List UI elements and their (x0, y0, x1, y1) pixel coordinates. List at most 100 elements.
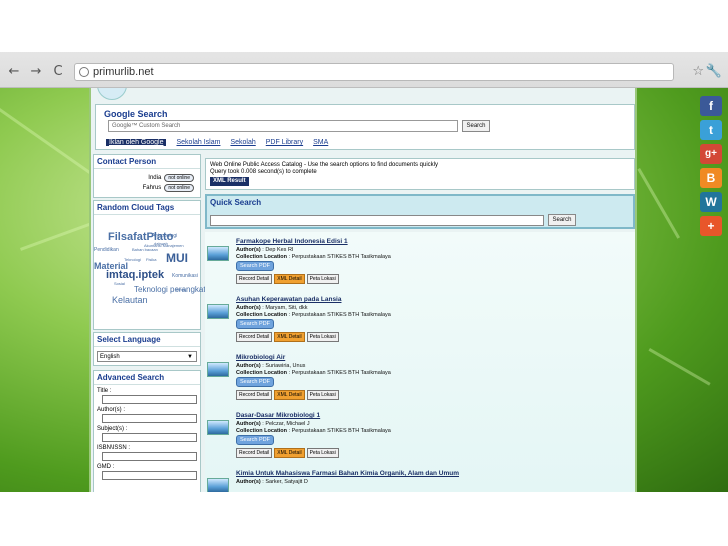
url-text: primurlib.net (93, 66, 154, 78)
record-title[interactable]: Farmakope Herbal Indonesia Edisi 1 (236, 238, 348, 245)
location-label: Collection Location (236, 428, 288, 434)
subject-label: Subject(s) : (97, 426, 128, 432)
record-author: Author(s) : Pelczar, Michael J (236, 421, 310, 427)
cloud-tag[interactable]: Fisika (146, 257, 156, 262)
search-pdf-button[interactable]: Search PDF (236, 377, 274, 387)
link-sma[interactable]: SMA (313, 139, 328, 146)
search-pdf-button[interactable]: Search PDF (236, 319, 274, 329)
gmd-input[interactable] (102, 471, 197, 480)
forward-icon[interactable]: → (28, 64, 44, 80)
isbn-label: ISBN\ISSN : (97, 445, 131, 451)
more-share-icon[interactable]: + (700, 216, 722, 236)
language-select[interactable]: English ▼ (97, 351, 197, 362)
quick-search-box: Quick Search Search (205, 194, 635, 229)
cloud-tag[interactable]: Kelautan (112, 295, 148, 305)
xml-detail-button[interactable]: XML Detail (274, 448, 305, 458)
address-bar[interactable]: primurlib.net (74, 63, 674, 81)
language-selected: English (100, 354, 120, 360)
cloud-tag[interactable]: Antropologi (152, 233, 177, 239)
peta-lokasi-button[interactable]: Peta Lokasi (306, 448, 339, 458)
record-detail-button[interactable]: Record Detail (236, 390, 273, 400)
record-title[interactable]: Mikrobiologi Air (236, 354, 285, 361)
status-badge[interactable]: not online (164, 174, 194, 182)
subject-input[interactable] (102, 433, 197, 442)
xml-result-button[interactable]: XML Result (210, 177, 249, 186)
cloud-tag[interactable]: dakwah (154, 241, 168, 246)
google-search-button[interactable]: Search (462, 120, 490, 132)
cloud-tag[interactable]: Teknologi (124, 257, 141, 262)
title-input[interactable] (102, 395, 197, 404)
contact-row: India not online (94, 173, 200, 183)
record-title[interactable]: Kimia Untuk Mahasiswa Farmasi Bahan Kimi… (236, 470, 459, 477)
record-title[interactable]: Dasar-Dasar Mikrobiologi 1 (236, 412, 320, 419)
status-badge[interactable]: not online (164, 184, 194, 192)
record-title[interactable]: Asuhan Keperawatan pada Lansia (236, 296, 341, 303)
cloud-tag[interactable]: Kimia (176, 287, 186, 292)
peta-lokasi-button[interactable]: Peta Lokasi (306, 332, 339, 342)
cloud-tag[interactable]: Teknologi perangkat (134, 285, 206, 294)
search-pdf-button[interactable]: Search PDF (236, 435, 274, 445)
opac-description: Web Online Public Access Catalog - Use t… (210, 162, 439, 168)
google-links: Iklan oleh Google Sekolah Islam Sekolah … (106, 139, 328, 146)
tag-cloud: FilsafatPlato Antropologi Akuntansi Mana… (94, 215, 206, 335)
book-thumbnail[interactable] (207, 246, 229, 261)
reload-icon[interactable]: C (50, 64, 66, 80)
cloud-tag[interactable]: imtaq.iptek (106, 269, 164, 281)
author-label: Author(s) (236, 421, 261, 427)
quick-search-button[interactable]: Search (548, 214, 576, 226)
location-value: : Perpustakaan STIKES BTH Tasikmalaya (288, 370, 391, 376)
book-thumbnail[interactable] (207, 420, 229, 435)
book-thumbnail[interactable] (207, 362, 229, 377)
cloud-tag[interactable]: Bahan bacaan (132, 247, 158, 252)
wrench-icon[interactable]: 🔧 (706, 64, 722, 79)
google-search-input[interactable]: Google™ Custom Search (108, 120, 458, 132)
isbn-input[interactable] (102, 452, 197, 461)
browser-chrome: ← → C primurlib.net ☆ 🔧 (0, 0, 728, 88)
record-author: Author(s) : Maryam, Siti, dkk (236, 305, 308, 311)
link-sekolah[interactable]: Sekolah (230, 139, 255, 146)
record-detail-button[interactable]: Record Detail (236, 332, 273, 342)
record-actions: Record Detail XML Detail Peta Lokasi (236, 332, 339, 342)
xml-detail-button[interactable]: XML Detail (274, 274, 305, 284)
cloud-tag[interactable]: Pendidikan (94, 247, 119, 253)
peta-lokasi-button[interactable]: Peta Lokasi (306, 274, 339, 284)
author-label: Author(s) (236, 305, 261, 311)
list-item: Mikrobiologi Air Author(s) : Suriawiria,… (207, 354, 627, 412)
record-actions: Record Detail XML Detail Peta Lokasi (236, 390, 339, 400)
link-pdf-library[interactable]: PDF Library (266, 139, 303, 146)
select-language-title: Select Language (94, 333, 200, 347)
record-detail-button[interactable]: Record Detail (236, 448, 273, 458)
peta-lokasi-button[interactable]: Peta Lokasi (306, 390, 339, 400)
twitter-icon[interactable]: t (700, 120, 722, 140)
book-thumbnail[interactable] (207, 478, 229, 492)
search-pdf-button[interactable]: Search PDF (236, 261, 274, 271)
record-location: Collection Location : Perpustakaan STIKE… (236, 254, 391, 260)
list-item: Farmakope Herbal Indonesia Edisi 1 Autho… (207, 238, 627, 296)
blogger-icon[interactable]: B (700, 168, 722, 188)
advanced-search-title: Advanced Search (94, 371, 200, 385)
author-value: : Dep Kes RI (262, 247, 294, 253)
google-plus-icon[interactable]: g+ (700, 144, 722, 164)
bookmark-star-icon[interactable]: ☆ (692, 64, 704, 79)
author-value: : Suriawiria, Unus (262, 363, 306, 369)
ads-by-google-link[interactable]: Iklan oleh Google (106, 139, 167, 146)
wordpress-icon[interactable]: W (700, 192, 722, 212)
list-item: Dasar-Dasar Mikrobiologi 1 Author(s) : P… (207, 412, 627, 470)
facebook-icon[interactable]: f (700, 96, 722, 116)
advanced-search-box: Advanced Search Title : Author(s) : Subj… (93, 370, 201, 492)
cloud-tag[interactable]: Sosial (114, 281, 125, 286)
link-sekolah-islam[interactable]: Sekolah Islam (176, 139, 220, 146)
xml-detail-button[interactable]: XML Detail (274, 390, 305, 400)
record-detail-button[interactable]: Record Detail (236, 274, 273, 284)
book-thumbnail[interactable] (207, 304, 229, 319)
library-page: Google Search Google™ Custom Search Sear… (89, 88, 637, 492)
opac-info-box: Web Online Public Access Catalog - Use t… (205, 158, 635, 190)
record-author: Author(s) : Suriawiria, Unus (236, 363, 305, 369)
author-input[interactable] (102, 414, 197, 423)
cloud-tag[interactable]: Komunikasi (172, 273, 198, 279)
cloud-tag[interactable]: MUI (166, 251, 188, 265)
quick-search-title: Quick Search (210, 198, 262, 207)
xml-detail-button[interactable]: XML Detail (274, 332, 305, 342)
quick-search-input[interactable] (210, 215, 544, 226)
back-icon[interactable]: ← (6, 64, 22, 80)
